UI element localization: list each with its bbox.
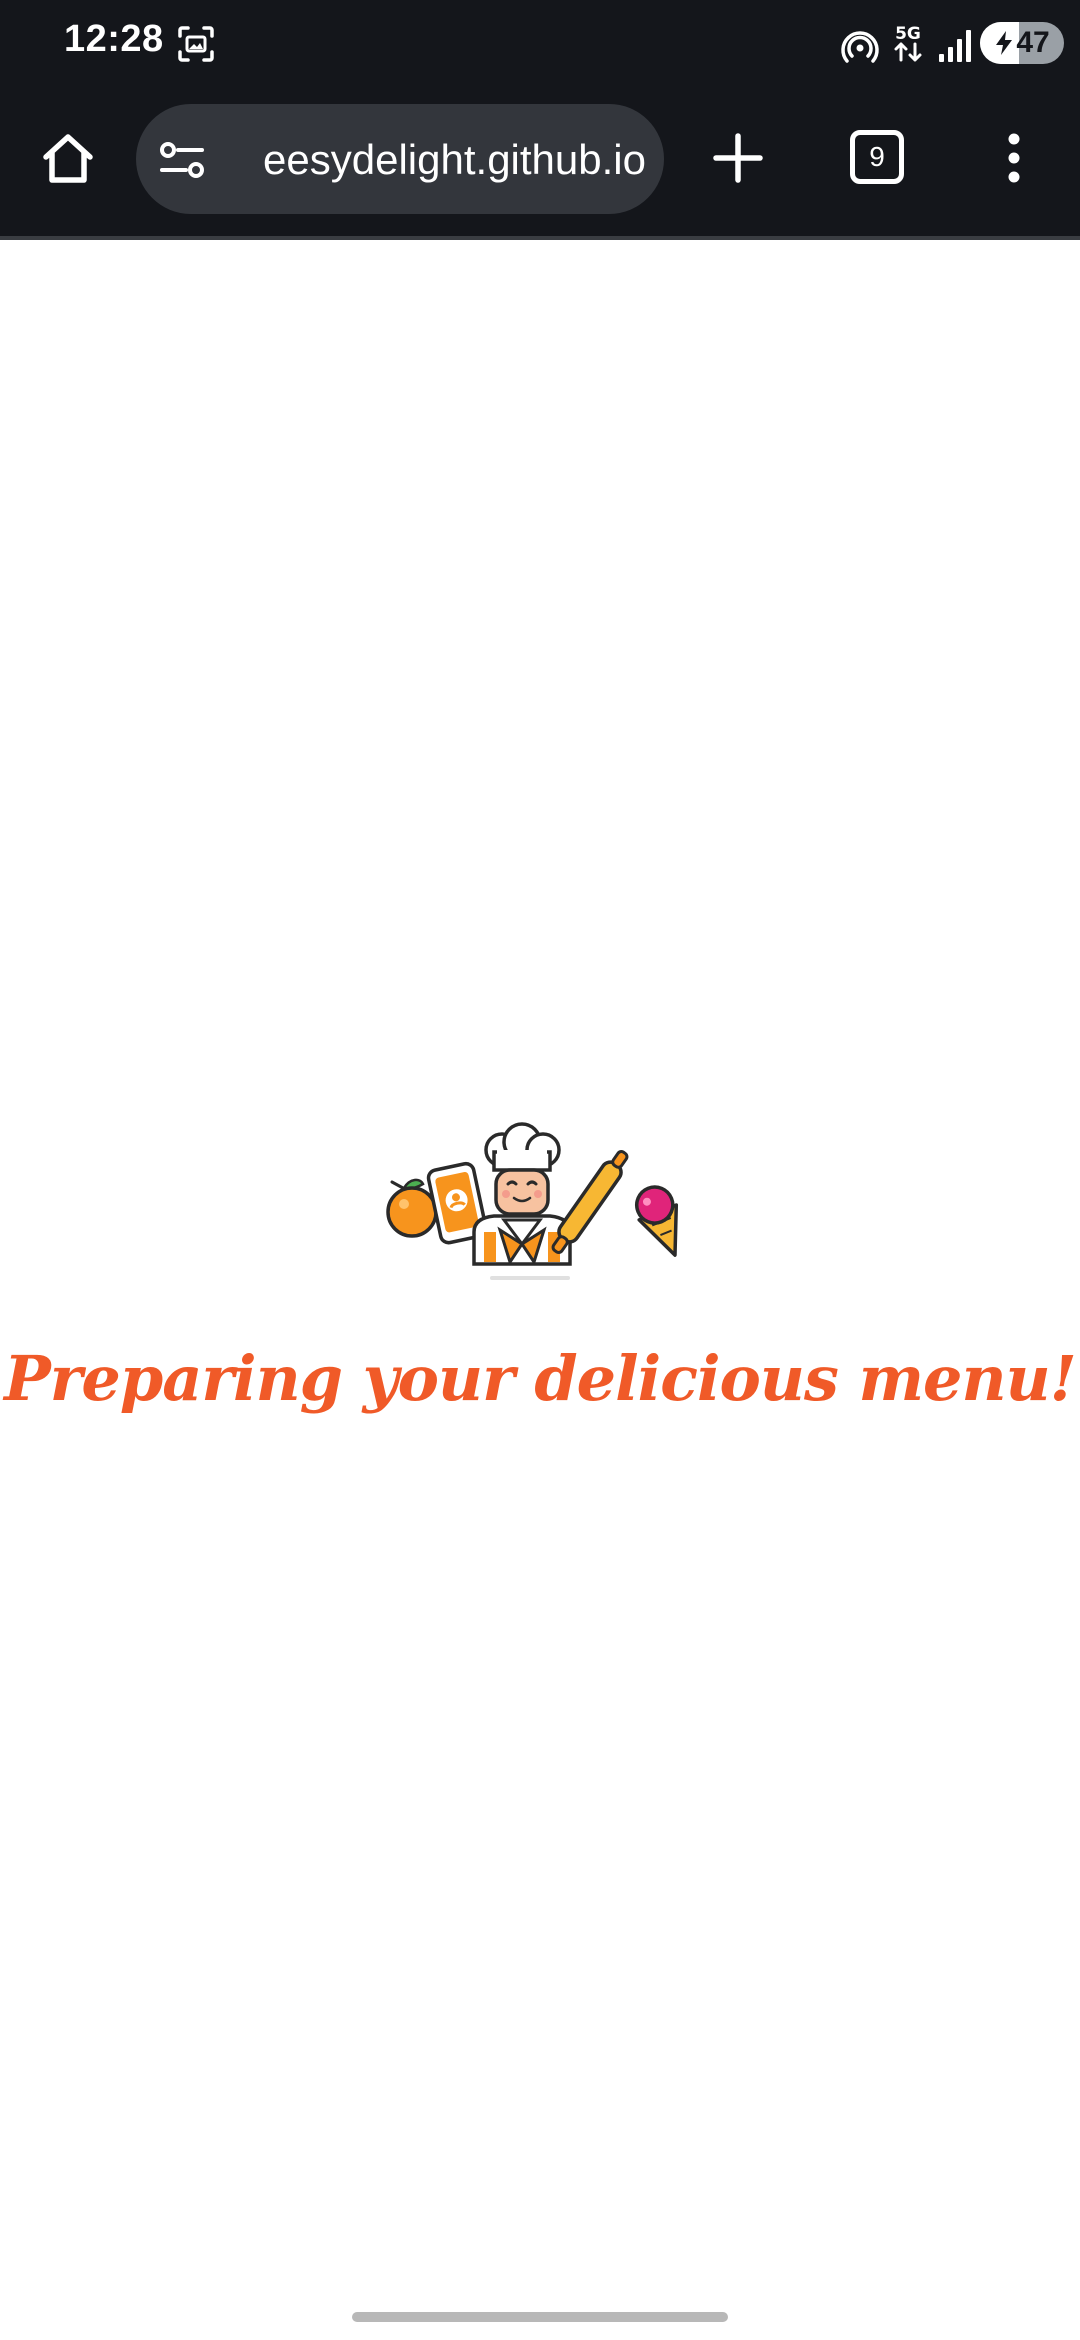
signal-icon <box>939 30 971 62</box>
tab-switcher-button[interactable]: 9 <box>850 130 904 184</box>
network-5g-icon: 5G <box>894 24 922 62</box>
gesture-navigation-bar[interactable] <box>352 2312 728 2322</box>
bolt-icon <box>996 31 1013 55</box>
more-vert-icon <box>1008 133 1020 183</box>
browser-toolbar: eesydelight.github.io 9 <box>0 100 1080 220</box>
chef-loader-illustration <box>386 1122 679 1280</box>
network-type-label: 5G <box>895 24 921 44</box>
screenshot-icon <box>178 26 214 62</box>
loading-message: Preparing your delicious menu! <box>4 1342 1077 1415</box>
rolling-pin-icon <box>551 1150 629 1254</box>
menu-button[interactable] <box>982 126 1046 190</box>
new-tab-button[interactable] <box>706 126 770 190</box>
address-bar[interactable]: eesydelight.github.io <box>136 104 664 214</box>
web-page: Preparing your delicious menu! <box>0 240 1080 2340</box>
tab-count: 9 <box>869 141 885 172</box>
battery-level: 47 <box>1016 26 1050 59</box>
status-time: 12:28 <box>64 18 164 60</box>
loader-shadow <box>490 1276 570 1280</box>
url-text: eesydelight.github.io <box>263 136 646 183</box>
browser-chrome: 12:28 5G 47 eesydelight.github.io 9 <box>0 0 1080 240</box>
home-button[interactable] <box>36 126 100 190</box>
status-bar: 12:28 5G 47 <box>0 0 1080 90</box>
tune-icon[interactable] <box>158 140 206 180</box>
battery-indicator: 47 <box>980 22 1064 64</box>
plus-icon <box>713 133 763 183</box>
home-icon <box>43 134 93 183</box>
url-fade <box>216 124 252 194</box>
hotspot-icon <box>841 31 879 63</box>
status-icons: 5G 47 <box>760 0 1080 90</box>
ice-cream-icon <box>635 1185 679 1257</box>
